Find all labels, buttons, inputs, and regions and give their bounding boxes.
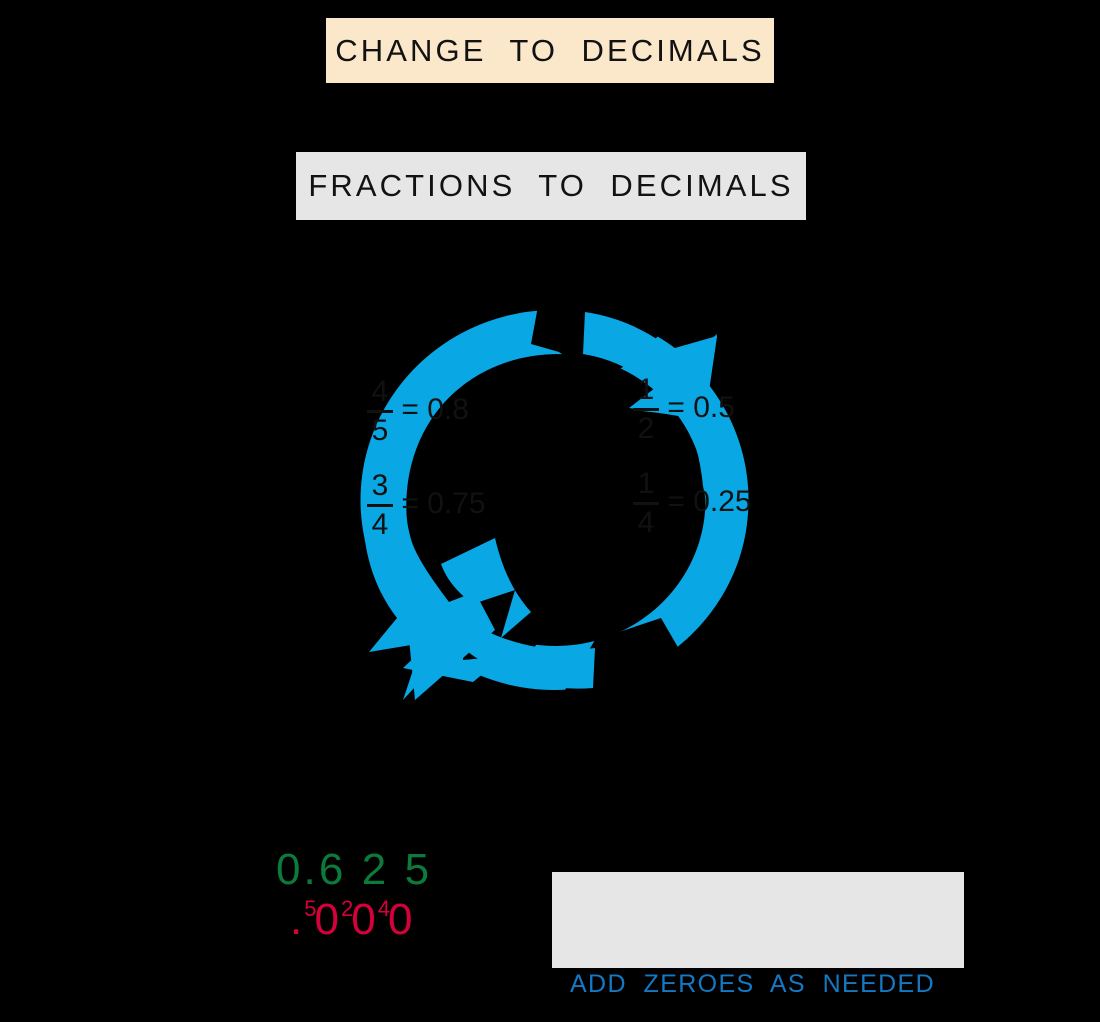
quotient-digits: 0.6 2 5: [276, 845, 433, 894]
fraction-one-half: 1 2: [633, 374, 659, 444]
equals-sign: =: [401, 392, 419, 426]
cycle-label-top-left: 4 5 = 0.8: [367, 376, 469, 446]
fraction-bar: [633, 407, 659, 411]
carry-digit-2: 2: [340, 896, 354, 922]
equals-sign: =: [667, 390, 685, 424]
slide-canvas: CHANGE TO DECIMALS FRACTIONS TO DECIMALS: [0, 0, 1100, 1022]
instruction-line-1: ADD ZEROES AS NEEDED: [570, 970, 936, 998]
carry-digit-1: 5: [304, 896, 317, 922]
dividend-digit-3: 0: [387, 895, 413, 944]
fraction-bar: [367, 409, 393, 413]
subtitle-banner-text: FRACTIONS TO DECIMALS: [308, 168, 794, 203]
fraction-three-quarters: 3 4: [367, 470, 393, 540]
dividend-digit-2: 0: [351, 895, 376, 944]
decimal-point: .: [290, 895, 303, 944]
title-banner-text: CHANGE TO DECIMALS: [335, 32, 765, 68]
title-banner: CHANGE TO DECIMALS: [326, 18, 774, 83]
cycle-label-right: 1 4 = 0.25: [633, 468, 752, 538]
subtitle-banner: FRACTIONS TO DECIMALS: [296, 152, 806, 220]
cycle-diagram: 4 5 = 0.8 3 4 = 0.75 1 2 = 0.5 1 4 = 0.2…: [345, 288, 765, 712]
instruction-note: ADD ZEROES AS NEEDED USE SHORT DIVISION: [552, 872, 964, 998]
equals-sign: =: [667, 484, 685, 518]
cycle-label-top-right: 1 2 = 0.5: [633, 374, 735, 444]
decimal-value: 0.75: [427, 486, 486, 520]
cycle-label-left: 3 4 = 0.75: [367, 470, 486, 540]
fraction-four-fifths: 4 5: [367, 376, 393, 446]
equals-sign: =: [401, 486, 419, 520]
decimal-value: 0.5: [693, 390, 735, 424]
dividend-row: .502040: [290, 898, 412, 942]
decimal-value: 0.8: [427, 392, 469, 426]
carry-digit-3: 4: [377, 896, 390, 922]
decimal-value: 0.25: [693, 484, 752, 518]
short-division-example: 0.6 2 5 .502040: [268, 848, 468, 958]
fraction-one-quarter: 1 4: [633, 468, 659, 538]
fraction-bar: [633, 501, 659, 505]
fraction-bar: [367, 503, 393, 507]
dividend-digit-1: 0: [314, 895, 339, 944]
